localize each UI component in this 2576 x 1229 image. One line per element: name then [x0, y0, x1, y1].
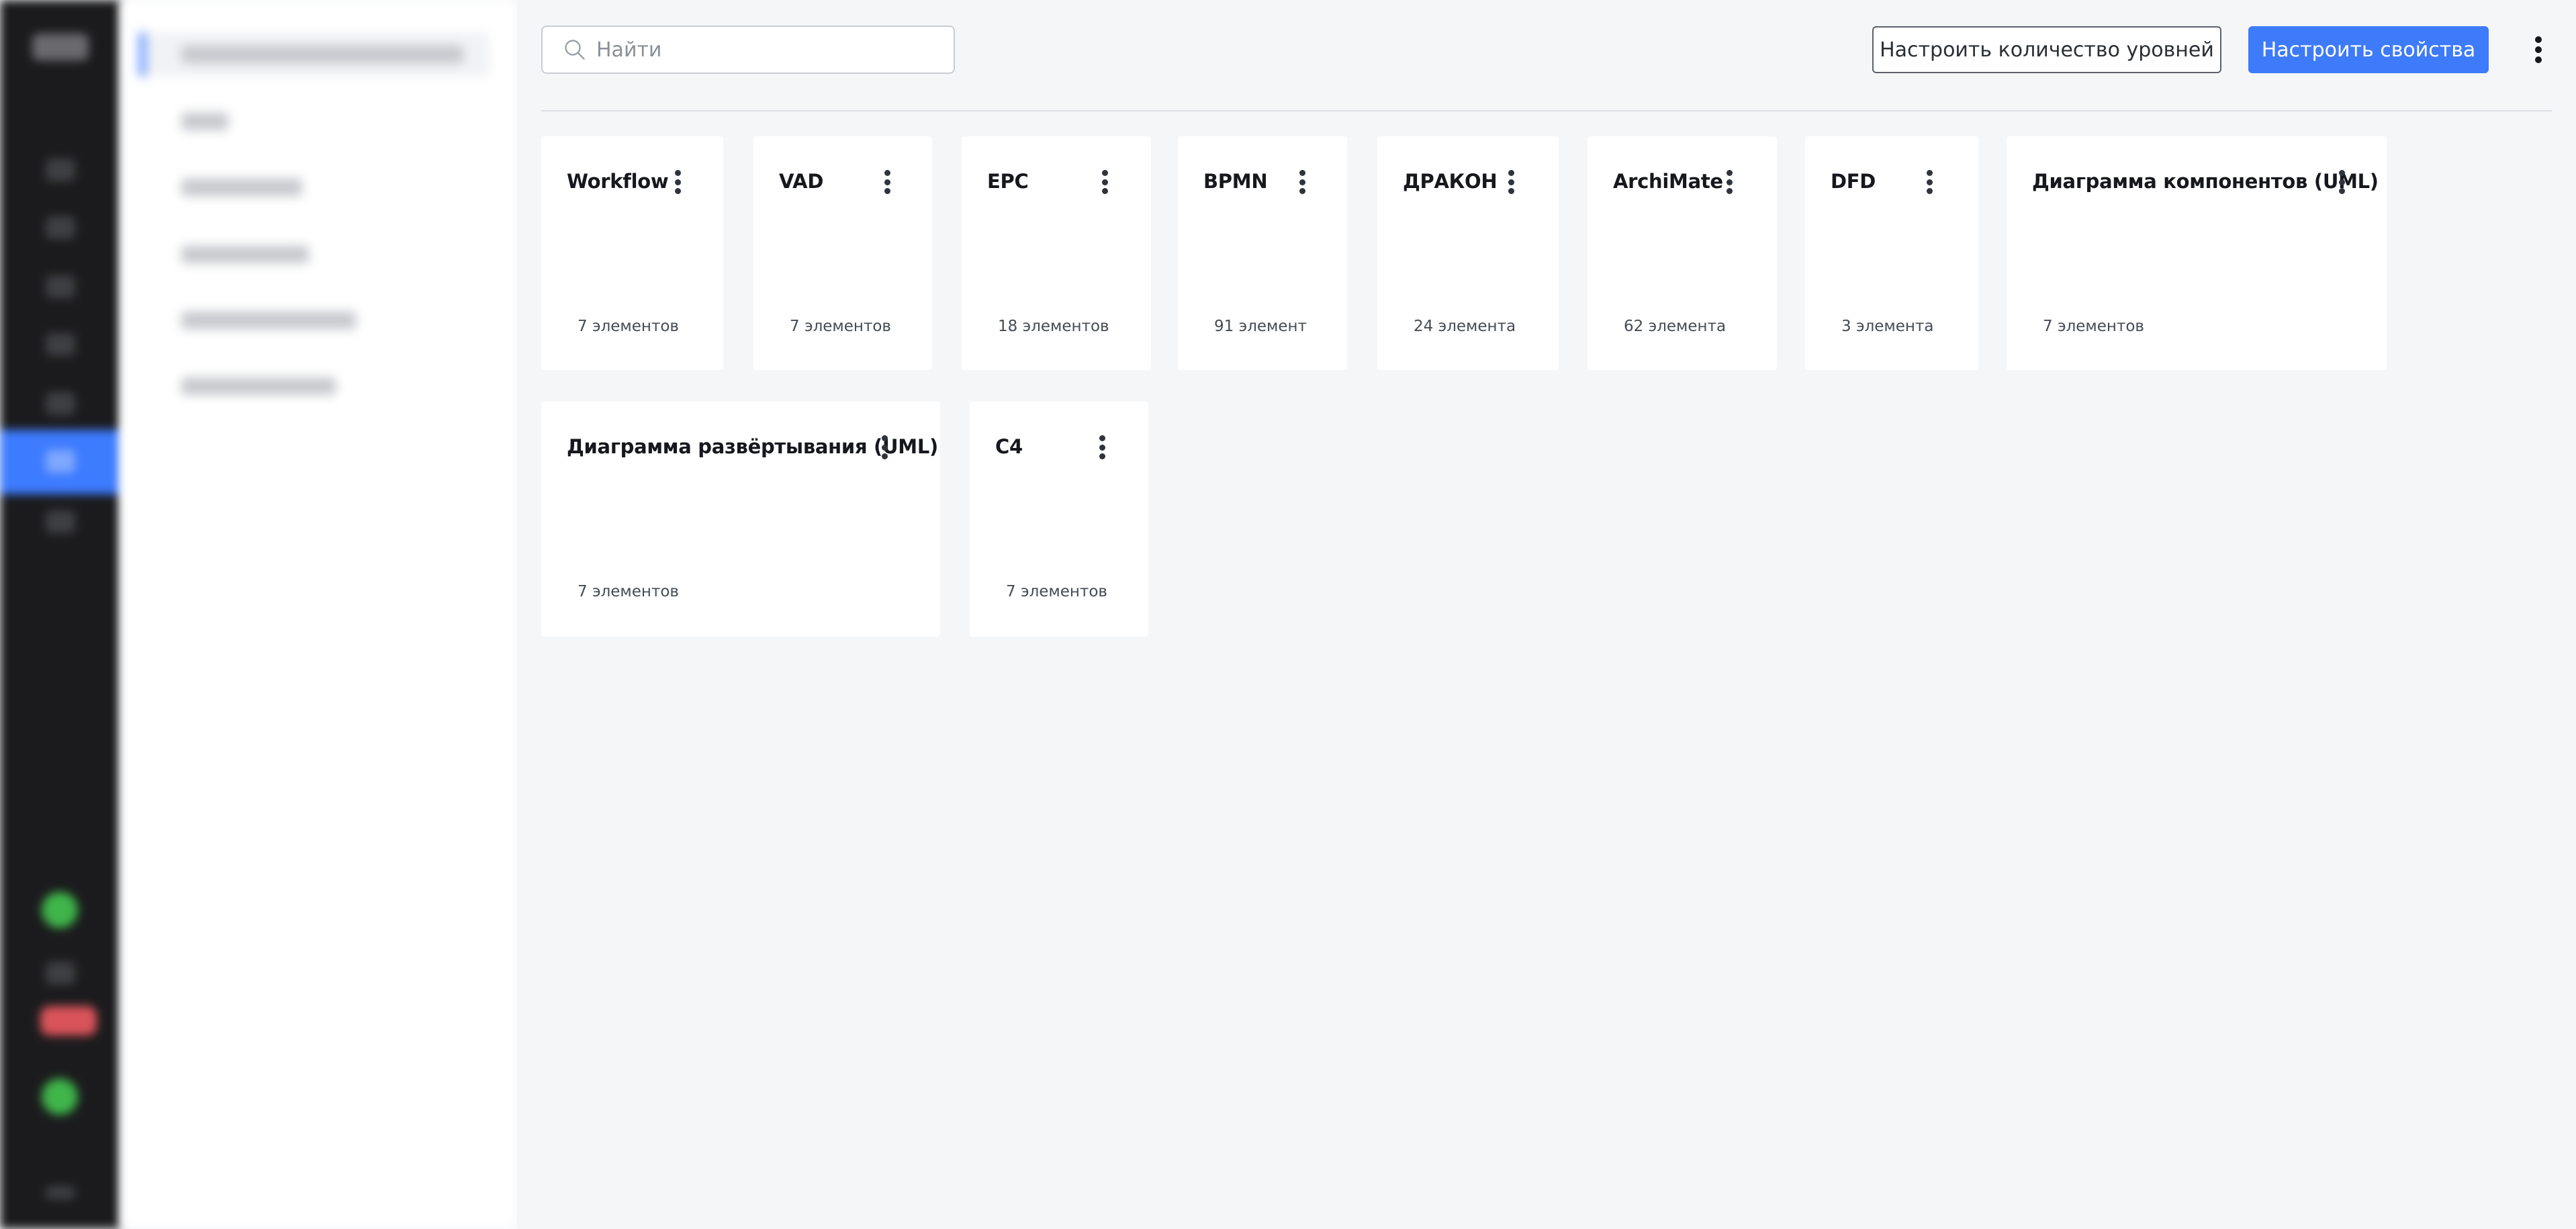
card-element-count: 7 элементов	[790, 318, 891, 335]
card-kebab-icon[interactable]	[1501, 167, 1521, 197]
card-title: ДРАКОН	[1403, 170, 1498, 193]
notation-card-uml-deployment[interactable]: Диаграмма развёртывания (UML) 7 элементо…	[541, 402, 940, 637]
notation-card-dfd[interactable]: DFD 3 элемента	[1805, 136, 1978, 370]
notation-card-bpmn[interactable]: BPMN 91 элемент	[1178, 136, 1347, 370]
notation-card-uml-components[interactable]: Диаграмма компонентов (UML) 7 элементов	[2007, 136, 2387, 370]
notation-card-archimate[interactable]: ArchiMate 62 элемента	[1588, 136, 1777, 370]
card-kebab-icon[interactable]	[1092, 433, 1112, 462]
notation-card-workflow[interactable]: Workflow 7 элементов	[541, 136, 723, 370]
more-options-icon[interactable]	[2525, 34, 2552, 66]
card-element-count: 7 элементов	[578, 318, 679, 335]
card-kebab-icon[interactable]	[1292, 167, 1312, 197]
card-kebab-icon[interactable]	[1095, 167, 1115, 197]
sidebar-active-marker	[140, 32, 145, 77]
nav-icon-active	[46, 450, 75, 473]
sidebar-item[interactable]	[181, 246, 309, 263]
configure-properties-button[interactable]: Настроить свойства	[2248, 26, 2489, 73]
card-kebab-icon[interactable]	[1719, 167, 1739, 197]
card-kebab-icon[interactable]	[1919, 167, 1939, 197]
card-element-count: 3 элемента	[1841, 318, 1934, 335]
configure-levels-button[interactable]: Настроить количество уровней	[1872, 26, 2221, 73]
sidebar-menu	[121, 0, 517, 1229]
card-title: ArchiMate	[1613, 170, 1723, 193]
app-logo	[32, 34, 89, 60]
nav-icon[interactable]	[46, 158, 75, 181]
sidebar-item[interactable]	[181, 179, 302, 196]
card-title: Диаграмма компонентов (UML)	[2032, 170, 2379, 193]
nav-item-active[interactable]	[0, 430, 121, 494]
sidebar-item[interactable]	[181, 312, 356, 329]
nav-icon[interactable]	[46, 216, 75, 239]
notation-card-drakon[interactable]: ДРАКОН 24 элемента	[1377, 136, 1559, 370]
card-element-count: 18 элементов	[998, 318, 1109, 335]
card-title: BPMN	[1203, 170, 1268, 193]
notation-card-c4[interactable]: C4 7 элементов	[970, 402, 1148, 637]
card-title: C4	[995, 435, 1023, 458]
card-kebab-icon[interactable]	[2332, 167, 2352, 197]
nav-icon[interactable]	[46, 510, 75, 533]
nav-icon[interactable]	[46, 962, 75, 985]
search-icon	[565, 40, 585, 60]
notification-badge[interactable]	[40, 1006, 97, 1036]
card-element-count: 7 элементов	[1006, 583, 1107, 600]
notation-card-epc[interactable]: EPC 18 элементов	[962, 136, 1151, 370]
status-indicator	[42, 892, 78, 928]
sidebar-item[interactable]	[181, 377, 336, 395]
card-kebab-icon[interactable]	[877, 167, 897, 197]
user-avatar[interactable]	[42, 1079, 78, 1115]
main-content: Настроить количество уровней Настроить с…	[517, 0, 2576, 1229]
card-kebab-icon[interactable]	[874, 433, 894, 462]
nav-icon[interactable]	[46, 392, 75, 415]
nav-icon[interactable]	[46, 333, 75, 356]
nav-icon[interactable]	[46, 275, 75, 298]
collapse-icon[interactable]	[46, 1186, 75, 1199]
card-kebab-icon[interactable]	[668, 167, 688, 197]
search-box[interactable]	[541, 26, 955, 74]
sidebar-item-label	[181, 46, 463, 63]
card-element-count: 7 элементов	[2043, 318, 2144, 335]
search-input[interactable]	[596, 38, 946, 62]
card-title: DFD	[1831, 170, 1876, 193]
card-element-count: 91 элемент	[1214, 318, 1307, 335]
card-element-count: 62 элемента	[1624, 318, 1727, 335]
notation-card-vad[interactable]: VAD 7 элементов	[753, 136, 932, 370]
card-title: EPC	[987, 170, 1029, 193]
sidebar-item[interactable]	[181, 113, 228, 130]
card-title: VAD	[779, 170, 824, 193]
header-divider	[541, 110, 2552, 111]
app-window: Настроить количество уровней Настроить с…	[0, 0, 2576, 1229]
navigation-rail	[0, 0, 121, 1229]
card-title: Workflow	[567, 170, 669, 193]
card-element-count: 24 элемента	[1414, 318, 1516, 335]
card-element-count: 7 элементов	[578, 583, 679, 600]
